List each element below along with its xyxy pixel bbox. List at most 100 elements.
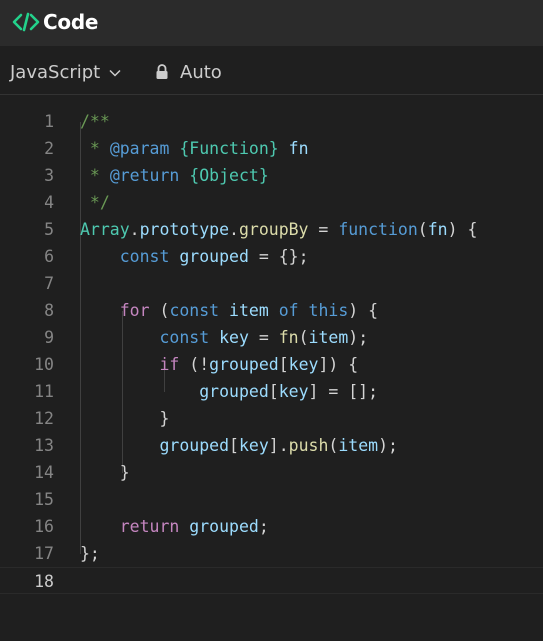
line-code: for (const item of this) {: [80, 297, 378, 324]
line-code: const key = fn(item);: [80, 324, 368, 351]
code-token: .: [129, 220, 140, 239]
line-code: /**: [80, 108, 110, 135]
code-line[interactable]: 10 if (!grouped[key]) {: [0, 351, 543, 378]
code-token: {Object}: [189, 166, 269, 185]
line-number: 12: [34, 409, 54, 428]
mode-label: Auto: [180, 62, 222, 83]
editor-toolbar: JavaScript Auto: [0, 46, 543, 95]
line-number: 13: [34, 436, 54, 455]
code-token: /**: [80, 112, 110, 131]
code-line[interactable]: 1 /**: [0, 108, 543, 135]
code-token: .: [229, 220, 239, 239]
code-line[interactable]: 15: [0, 486, 543, 513]
code-token: groupBy: [238, 220, 309, 239]
line-code: * @param {Function} fn: [80, 135, 309, 162]
line-number: 15: [34, 490, 54, 509]
line-code: }: [80, 405, 169, 432]
code-token: item: [338, 436, 379, 455]
code-brackets-icon: [12, 12, 40, 32]
code-line[interactable]: 3 * @return {Object}: [0, 162, 543, 189]
code-window: Code JavaScript Auto 1 /** 2 * @param {Fun…: [0, 0, 543, 641]
line-code: return grouped;: [80, 513, 269, 540]
code-token: ]) {: [318, 355, 359, 374]
window-header: Code: [0, 0, 543, 46]
code-line[interactable]: 17};: [0, 540, 543, 567]
line-number: 14: [34, 463, 54, 482]
code-token: grouped: [189, 517, 259, 536]
code-token: grouped: [179, 247, 249, 266]
code-token: );: [348, 328, 369, 347]
code-token: (: [328, 436, 339, 455]
code-token: = {};: [248, 247, 309, 266]
line-code: };: [80, 540, 100, 567]
code-token: (: [149, 301, 170, 320]
code-token: }: [80, 409, 170, 428]
code-token: key: [219, 328, 249, 347]
code-line[interactable]: 2 * @param {Function} fn: [0, 135, 543, 162]
code-token: *: [80, 166, 110, 185]
code-token: ) {: [348, 301, 379, 320]
code-token: const: [169, 301, 220, 320]
code-token: grouped: [159, 436, 230, 455]
code-line[interactable]: 4 */: [0, 189, 543, 216]
code-line[interactable]: 16 return grouped;: [0, 513, 543, 540]
code-token: (: [417, 220, 428, 239]
line-number: 11: [34, 382, 54, 401]
code-line[interactable]: 12 }: [0, 405, 543, 432]
code-line[interactable]: 8 for (const item of this) {: [0, 297, 543, 324]
code-token: ] = [];: [308, 382, 379, 401]
line-number: 8: [44, 301, 54, 320]
code-editor[interactable]: 1 /** 2 * @param {Function} fn 3 * @return …: [0, 95, 543, 641]
code-token: };: [80, 544, 100, 563]
code-line[interactable]: 18: [0, 567, 543, 594]
code-token: @param: [109, 139, 170, 158]
line-number: 2: [44, 139, 54, 158]
code-token: key: [288, 355, 319, 374]
line-code: grouped[key].push(item);: [80, 432, 397, 459]
code-line[interactable]: 14 }: [0, 459, 543, 486]
code-token: (!: [179, 355, 210, 374]
line-number: 10: [34, 355, 54, 374]
code-line[interactable]: 11 grouped[key] = [];: [0, 378, 543, 405]
line-number: 16: [34, 517, 54, 536]
line-code: }: [80, 459, 130, 486]
line-number: 9: [44, 328, 54, 347]
line-number: 1: [44, 112, 54, 131]
line-number: 6: [44, 247, 54, 266]
line-number: 5: [44, 220, 54, 239]
code-line[interactable]: 9 const key = fn(item);: [0, 324, 543, 351]
code-token: ;: [258, 517, 269, 536]
code-token: @return: [109, 166, 180, 185]
code-line[interactable]: 7: [0, 270, 543, 297]
code-token: item: [308, 328, 349, 347]
code-line[interactable]: 13 grouped[key].push(item);: [0, 432, 543, 459]
code-token: ].: [268, 436, 289, 455]
chevron-down-icon: [109, 69, 121, 77]
line-code: const grouped = {};: [80, 243, 309, 270]
language-select[interactable]: JavaScript: [10, 62, 121, 83]
code-token: prototype: [139, 220, 230, 239]
code-token: key: [238, 436, 269, 455]
code-line[interactable]: 6 const grouped = {};: [0, 243, 543, 270]
line-number: 7: [44, 274, 54, 293]
code-token: [: [229, 436, 239, 455]
code-token: item: [229, 301, 269, 320]
code-token: =: [248, 328, 279, 347]
code-token: (: [298, 328, 309, 347]
lock-icon: [156, 63, 168, 79]
line-number: 18: [34, 572, 54, 591]
code-line[interactable]: 5 Array.prototype.groupBy = function(fn) …: [0, 216, 543, 243]
code-token: const: [119, 247, 170, 266]
